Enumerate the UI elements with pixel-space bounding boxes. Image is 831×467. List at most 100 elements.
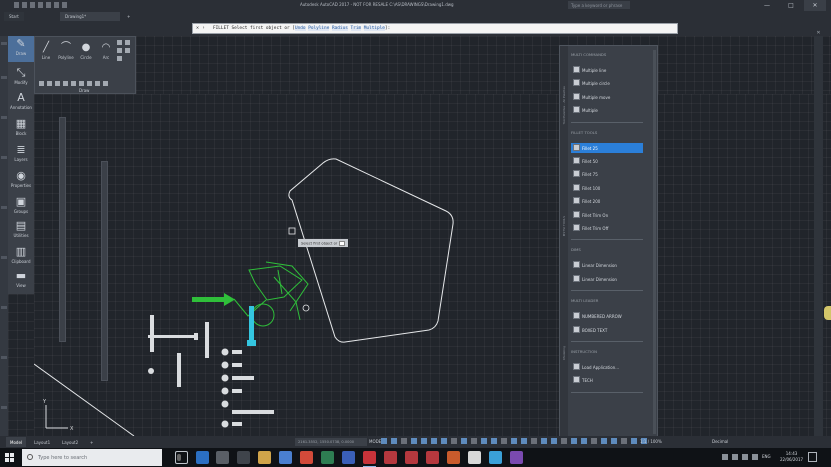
palette-tool-item[interactable]: Fillet Trim Off: [571, 223, 643, 233]
store-icon[interactable]: [237, 451, 250, 464]
powerpoint-icon[interactable]: [447, 451, 460, 464]
osnap-toggle-icon[interactable]: [441, 438, 447, 444]
palette-tool-item[interactable]: BOXED TEXT: [571, 325, 643, 335]
selection-cycling-icon[interactable]: [471, 438, 477, 444]
command-line[interactable]: ✕ › FILLET Select first object or [Undo …: [192, 23, 678, 34]
diagonal-line[interactable]: [33, 363, 135, 437]
save-as-icon[interactable]: [38, 2, 43, 8]
mail-icon[interactable]: [279, 451, 292, 464]
paint-icon[interactable]: [468, 451, 481, 464]
notification-tab[interactable]: [824, 306, 831, 320]
ribbon-panel-groups[interactable]: ▣ Groups: [8, 194, 34, 220]
ribbon-panel-clipboard[interactable]: ▥ Clipboard: [8, 244, 34, 270]
units-dropdown[interactable]: Decimal: [712, 439, 728, 444]
tray-up-icon[interactable]: [722, 454, 728, 460]
option-multiple[interactable]: Multiple: [363, 26, 385, 31]
palette-tool-item[interactable]: NUMBERED ARROW: [571, 311, 643, 321]
tab-drawing1[interactable]: Drawing1*: [60, 12, 120, 21]
palette-section-header[interactable]: FILLET TOOLS: [571, 130, 597, 135]
ortho-toggle-icon[interactable]: [401, 438, 407, 444]
palette-tool-item[interactable]: Fillet 200: [571, 196, 643, 206]
middle-vertical-bar[interactable]: [101, 161, 108, 381]
customize-icon[interactable]: [631, 438, 637, 444]
language-indicator[interactable]: ENG: [762, 454, 771, 459]
isolate-objects-icon[interactable]: [601, 438, 607, 444]
ribbon-panel-properties[interactable]: ◉ Properties: [8, 168, 34, 194]
small-circle[interactable]: [302, 304, 310, 312]
canvas-area-upper[interactable]: [136, 36, 831, 94]
palette-side-strip[interactable]: Tool Palettes - All Palettes MSTSI TOOLS…: [560, 46, 568, 437]
viewport-close-icon[interactable]: ✕: [814, 30, 823, 39]
add-layout-button[interactable]: +: [86, 437, 97, 447]
units-icon[interactable]: [571, 438, 577, 444]
option-undo[interactable]: Undo: [294, 26, 306, 31]
close-command-icon[interactable]: ✕ ›: [196, 25, 205, 31]
palette-tool-item[interactable]: Multiple line: [571, 65, 643, 75]
selected-geometry[interactable]: [233, 261, 309, 327]
palette-tab-modeling[interactable]: Modeling: [562, 346, 566, 360]
palette-tool-item[interactable]: Multiple circle: [571, 78, 643, 88]
autoscale-icon[interactable]: [531, 438, 537, 444]
canvas-area-left[interactable]: [8, 294, 34, 436]
minimize-button[interactable]: —: [756, 0, 778, 11]
selection-filter-icon[interactable]: [501, 438, 507, 444]
cyan-bolt[interactable]: [249, 306, 254, 342]
bolt-parts[interactable]: [148, 315, 274, 428]
palette-tool-item[interactable]: Linear Dimension: [571, 274, 643, 284]
lock-ui-icon[interactable]: [591, 438, 597, 444]
annotation-scale-icon[interactable]: [541, 438, 547, 444]
network-icon[interactable]: [732, 454, 738, 460]
palette-section-header[interactable]: MULTI LEADER: [571, 298, 598, 303]
arc-tool-button[interactable]: ◠ Arc: [97, 40, 115, 64]
edge-icon[interactable]: [196, 451, 209, 464]
redo-icon[interactable]: [62, 2, 67, 8]
option-trim[interactable]: Trim: [350, 26, 362, 31]
task-view-icon[interactable]: [175, 451, 188, 464]
save-icon[interactable]: [30, 2, 35, 8]
drawing-canvas[interactable]: Y X: [33, 94, 831, 437]
isodraft-toggle-icon[interactable]: [421, 438, 427, 444]
chrome-icon[interactable]: [300, 451, 313, 464]
pentagon-shape[interactable]: [288, 158, 454, 343]
ribbon-panel-layers[interactable]: ≣ Layers: [8, 142, 34, 168]
palette-tool-item[interactable]: Linear Dimension: [571, 260, 643, 270]
palette-section-header[interactable]: INSTRUCTION: [571, 349, 597, 354]
help-search-input[interactable]: Type a keyword or phrase: [568, 1, 630, 9]
palette-tool-item[interactable]: Fillet 50: [571, 156, 643, 166]
palette-tool-item[interactable]: Fillet 75: [571, 169, 643, 179]
photos-icon[interactable]: [489, 451, 502, 464]
palette-tool-item[interactable]: Fillet Trim On: [571, 210, 643, 220]
palette-tool-item[interactable]: Multiple: [571, 105, 643, 115]
ribbon-panel-view[interactable]: ▬ View: [8, 268, 34, 294]
3d-osnap-icon[interactable]: [481, 438, 487, 444]
dynamic-ucs-icon[interactable]: [491, 438, 497, 444]
annotation-visibility-icon[interactable]: [521, 438, 527, 444]
ribbon-panel-modify[interactable]: ⤡ Modify: [8, 65, 34, 91]
line-tool-button[interactable]: ╱ Line: [37, 40, 55, 64]
annotation-monitor-icon[interactable]: [561, 438, 567, 444]
autocad-icon[interactable]: [363, 451, 376, 467]
media-icon[interactable]: [510, 451, 523, 464]
lineweight-toggle-icon[interactable]: [451, 438, 457, 444]
palette-tool-item[interactable]: Multiple move: [571, 92, 643, 102]
tab-layout2[interactable]: Layout2: [58, 437, 82, 447]
workspace-icon[interactable]: [551, 438, 557, 444]
action-center-icon[interactable]: [808, 452, 817, 462]
quick-properties-icon[interactable]: [581, 438, 587, 444]
polar-toggle-icon[interactable]: [411, 438, 417, 444]
palette-tool-item[interactable]: Load Application...: [571, 362, 643, 372]
word-icon[interactable]: [342, 451, 355, 464]
open-file-icon[interactable]: [22, 2, 27, 8]
windows-start-icon[interactable]: [5, 453, 14, 462]
autocad-3-icon[interactable]: [405, 451, 418, 464]
new-tab-button[interactable]: +: [122, 12, 135, 21]
file-explorer-icon[interactable]: [216, 451, 229, 464]
left-vertical-bar[interactable]: [59, 117, 66, 342]
battery-icon[interactable]: [752, 454, 758, 460]
tab-layout1[interactable]: Layout1: [30, 437, 54, 447]
polyline-tool-button[interactable]: ⌒ Polyline: [57, 40, 75, 64]
gizmo-icon[interactable]: [511, 438, 517, 444]
undo-icon[interactable]: [54, 2, 59, 8]
option-radius[interactable]: Radius: [332, 26, 348, 31]
palette-scrollbar[interactable]: [653, 50, 656, 434]
